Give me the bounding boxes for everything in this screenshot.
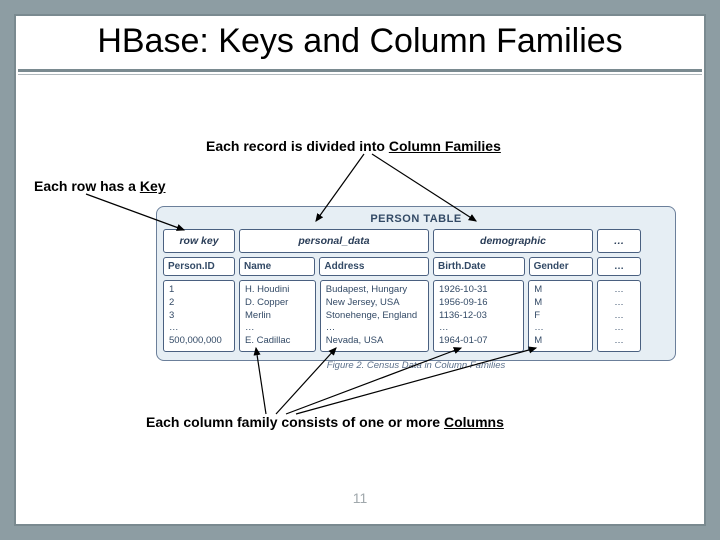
cell: 1 bbox=[169, 284, 229, 297]
cell: 1926-10-31 bbox=[439, 284, 518, 297]
caption-column-families: Each record is divided into Column Famil… bbox=[206, 138, 501, 154]
caption-row-key: Each row has a Key bbox=[34, 178, 166, 194]
cell: D. Copper bbox=[245, 297, 310, 310]
subheader-address: Address bbox=[319, 257, 429, 276]
header-demographic: demographic bbox=[433, 229, 593, 253]
subheader-gender: Gender bbox=[529, 257, 593, 276]
table-wrap: row key Person.ID 1 2 3 … 500,000,000 pe… bbox=[163, 229, 669, 352]
caption-cf-prefix: Each record is divided into bbox=[206, 138, 389, 154]
cell: 500,000,000 bbox=[169, 335, 229, 348]
cell: M bbox=[534, 297, 587, 310]
cell: … bbox=[534, 322, 587, 335]
data-name: H. Houdini D. Copper Merlin … E. Cadilla… bbox=[239, 280, 316, 352]
cell: 1964-01-07 bbox=[439, 335, 518, 348]
cell: M bbox=[534, 335, 587, 348]
data-person-id: 1 2 3 … 500,000,000 bbox=[163, 280, 235, 352]
data-birth-date: 1926-10-31 1956-09-16 1136-12-03 … 1964-… bbox=[433, 280, 524, 352]
caption-cf-term: Column Families bbox=[389, 138, 501, 154]
cell: … bbox=[439, 322, 518, 335]
cell: … bbox=[169, 322, 229, 335]
cell: … bbox=[603, 297, 635, 310]
title-rule bbox=[18, 69, 702, 72]
slide-frame: HBase: Keys and Column Families Each rec… bbox=[14, 14, 706, 526]
cell: Budapest, Hungary bbox=[326, 284, 423, 297]
cell: 3 bbox=[169, 310, 229, 323]
person-table-diagram: PERSON TABLE row key Person.ID 1 2 3 … 5… bbox=[156, 206, 676, 361]
header-row-key: row key bbox=[163, 229, 235, 253]
data-address: Budapest, Hungary New Jersey, USA Stoneh… bbox=[320, 280, 429, 352]
slide-title: HBase: Keys and Column Families bbox=[16, 16, 704, 69]
cell: … bbox=[603, 322, 635, 335]
caption-cols-term: Columns bbox=[444, 414, 504, 430]
subheader-name: Name bbox=[239, 257, 315, 276]
data-gender: M M F … M bbox=[528, 280, 593, 352]
subheader-birth-date: Birth.Date bbox=[433, 257, 525, 276]
cell: Merlin bbox=[245, 310, 310, 323]
group-row-key: row key Person.ID 1 2 3 … 500,000,000 bbox=[163, 229, 235, 352]
cell: E. Cadillac bbox=[245, 335, 310, 348]
cell: … bbox=[326, 322, 423, 335]
caption-columns: Each column family consists of one or mo… bbox=[146, 414, 504, 430]
cell: 2 bbox=[169, 297, 229, 310]
cell: Stonehenge, England bbox=[326, 310, 423, 323]
page-number: 11 bbox=[16, 490, 704, 506]
title-rule-thin bbox=[18, 74, 702, 75]
subheader-ellipsis: … bbox=[597, 257, 641, 276]
caption-key-prefix: Each row has a bbox=[34, 178, 140, 194]
cell: New Jersey, USA bbox=[326, 297, 423, 310]
cell: … bbox=[603, 335, 635, 348]
data-ellipsis: … … … … … bbox=[597, 280, 641, 352]
group-ellipsis: … … … … … … … bbox=[597, 229, 641, 352]
caption-key-term: Key bbox=[140, 178, 166, 194]
cell: 1136-12-03 bbox=[439, 310, 518, 323]
diagram-title: PERSON TABLE bbox=[163, 211, 669, 229]
subheader-person-id: Person.ID bbox=[163, 257, 235, 276]
cell: H. Houdini bbox=[245, 284, 310, 297]
cell: F bbox=[534, 310, 587, 323]
group-personal-data: personal_data Name Address H. Houdini D.… bbox=[239, 229, 429, 352]
cell: Nevada, USA bbox=[326, 335, 423, 348]
cell: M bbox=[534, 284, 587, 297]
caption-cols-prefix: Each column family consists of one or mo… bbox=[146, 414, 444, 430]
cell: … bbox=[603, 284, 635, 297]
cell: … bbox=[603, 310, 635, 323]
cell: … bbox=[245, 322, 310, 335]
header-ellipsis: … bbox=[597, 229, 641, 253]
cell: 1956-09-16 bbox=[439, 297, 518, 310]
figure-caption: Figure 2. Census Data in Column Families bbox=[156, 360, 676, 371]
group-demographic: demographic Birth.Date Gender 1926-10-31… bbox=[433, 229, 593, 352]
header-personal-data: personal_data bbox=[239, 229, 429, 253]
